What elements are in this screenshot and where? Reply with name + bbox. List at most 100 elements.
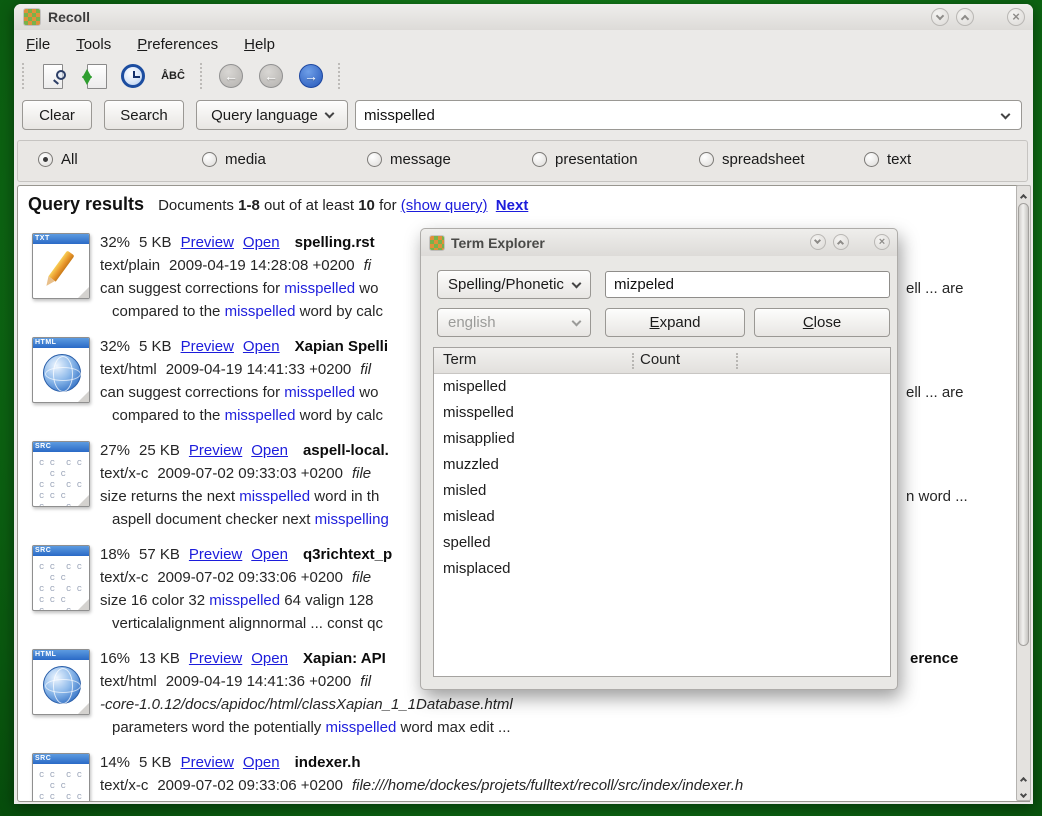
document-history-button[interactable] xyxy=(118,61,148,91)
term-table-row[interactable]: misled xyxy=(434,478,890,504)
filter-radio-text[interactable]: text xyxy=(864,151,911,168)
filter-radio-media[interactable]: media xyxy=(202,151,266,168)
highlighted-term: misspelled xyxy=(284,280,355,297)
expand-button[interactable]: Expand xyxy=(605,308,745,337)
clear-button[interactable]: Clear xyxy=(22,100,92,130)
filter-label: message xyxy=(390,151,451,168)
open-link[interactable]: Open xyxy=(243,338,280,355)
toolbar-handle[interactable] xyxy=(200,63,204,89)
menu-bar: File Tools Preferences Help xyxy=(14,30,1033,58)
underline-letter: H xyxy=(244,36,255,53)
maximize-button[interactable] xyxy=(956,8,974,26)
menu-preferences[interactable]: Preferences xyxy=(137,36,218,53)
search-combobox[interactable] xyxy=(355,100,1022,130)
page-fold xyxy=(77,702,90,715)
open-link[interactable]: Open xyxy=(243,754,280,771)
query-language-dropdown[interactable]: Query language xyxy=(196,100,348,130)
filter-radio-spreadsheet[interactable]: spreadsheet xyxy=(699,151,805,168)
preview-link[interactable]: Preview xyxy=(189,650,242,667)
txt-file-icon: TXT xyxy=(32,233,90,299)
filter-radio-message[interactable]: message xyxy=(367,151,451,168)
preview-link[interactable]: Preview xyxy=(189,546,242,563)
term-explorer-button[interactable]: ÅBĈ xyxy=(158,61,188,91)
dialog-title-bar[interactable]: Term Explorer × xyxy=(421,229,897,256)
menu-file[interactable]: File xyxy=(26,36,50,53)
scrollbar-thumb[interactable] xyxy=(1018,203,1029,646)
term-table-row[interactable]: misplaced xyxy=(434,556,890,582)
open-link[interactable]: Open xyxy=(251,650,288,667)
dialog-maximize-button[interactable] xyxy=(833,234,849,250)
open-link[interactable]: Open xyxy=(243,234,280,251)
term-table-row[interactable]: muzzled xyxy=(434,452,890,478)
results-scrollbar[interactable] xyxy=(1016,185,1031,801)
file-size: 5 KB xyxy=(139,234,172,251)
arrow-left-icon: ← xyxy=(259,64,283,88)
preview-link[interactable]: Preview xyxy=(181,754,234,771)
next-page-button[interactable]: → xyxy=(296,61,326,91)
file-url: file xyxy=(352,465,371,482)
result-headline: 14%5 KBPreviewOpenindexer.h xyxy=(100,751,360,774)
radio-icon xyxy=(38,152,53,167)
radio-icon xyxy=(532,152,547,167)
file-type-badge: HTML xyxy=(33,650,89,660)
show-query-link[interactable]: (show query) xyxy=(401,197,488,214)
shade-button[interactable] xyxy=(931,8,949,26)
document-title: q3richtext_p xyxy=(303,546,392,563)
title-bar[interactable]: Recoll × xyxy=(14,4,1033,30)
term-table-row[interactable]: mislead xyxy=(434,504,890,530)
html-file-icon: HTML xyxy=(32,649,90,715)
filter-radio-all[interactable]: All xyxy=(38,151,78,168)
toolbar-handle[interactable] xyxy=(22,63,26,89)
expansion-mode-dropdown[interactable]: Spelling/Phonetic xyxy=(437,270,591,299)
advanced-search-button[interactable] xyxy=(38,61,68,91)
preview-link[interactable]: Preview xyxy=(181,338,234,355)
first-page-button[interactable]: ← xyxy=(216,61,246,91)
chevron-down-icon xyxy=(936,12,944,20)
close-button[interactable]: × xyxy=(1007,8,1025,26)
snippet-line: compared to the misspelled word by calc xyxy=(100,404,383,427)
scroll-up-button-2[interactable] xyxy=(1017,770,1030,784)
menu-help[interactable]: Help xyxy=(244,36,275,53)
chevron-down-icon[interactable] xyxy=(1001,110,1011,120)
menu-tools[interactable]: Tools xyxy=(76,36,111,53)
preview-link[interactable]: Preview xyxy=(181,234,234,251)
open-link[interactable]: Open xyxy=(251,442,288,459)
document-search-icon xyxy=(43,64,63,89)
preview-link[interactable]: Preview xyxy=(189,442,242,459)
dialog-close-button[interactable]: × xyxy=(874,234,890,250)
search-button[interactable]: Search xyxy=(104,100,184,130)
file-size: 5 KB xyxy=(139,754,172,771)
column-header-count[interactable]: Count xyxy=(640,351,680,368)
search-input[interactable] xyxy=(364,102,989,128)
results-header: Query results Documents 1-8 out of at le… xyxy=(28,194,528,215)
next-page-link[interactable]: Next xyxy=(496,197,529,214)
sort-parameters-button[interactable] xyxy=(78,61,108,91)
term-table-row[interactable]: misapplied xyxy=(434,426,890,452)
term-table-row[interactable]: spelled xyxy=(434,530,890,556)
term-table-row[interactable]: misspelled xyxy=(434,400,890,426)
result-headline: 27%25 KBPreviewOpenaspell-local. xyxy=(100,439,389,462)
globe-icon xyxy=(43,666,81,704)
snippet-text: aspell document checker next xyxy=(112,511,315,528)
mime-type: text/x-c xyxy=(100,569,148,586)
term-input[interactable] xyxy=(606,272,889,297)
results-title: Query results xyxy=(28,194,144,215)
timestamp: 2009-04-19 14:28:08 +0200 xyxy=(169,257,355,274)
result-total: 10 xyxy=(358,197,375,214)
filter-radio-presentation[interactable]: presentation xyxy=(532,151,638,168)
toolbar-handle[interactable] xyxy=(338,63,342,89)
term-table-row[interactable]: mispelled xyxy=(434,374,890,400)
term-input-box[interactable] xyxy=(605,271,890,298)
column-header-term[interactable]: Term xyxy=(443,351,476,368)
term-table-header[interactable]: Term Count xyxy=(434,348,890,374)
scroll-down-button[interactable] xyxy=(1017,784,1030,798)
close-dialog-button[interactable]: Close xyxy=(754,308,890,337)
scroll-up-button[interactable] xyxy=(1017,187,1030,201)
file-size: 5 KB xyxy=(139,338,172,355)
previous-page-button[interactable]: ← xyxy=(256,61,286,91)
dialog-shade-button[interactable] xyxy=(810,234,826,250)
snippet-text: can suggest corrections for xyxy=(100,280,284,297)
open-link[interactable]: Open xyxy=(251,546,288,563)
timestamp: 2009-07-02 09:33:06 +0200 xyxy=(157,569,343,586)
file-type-badge: SRC xyxy=(33,754,89,764)
